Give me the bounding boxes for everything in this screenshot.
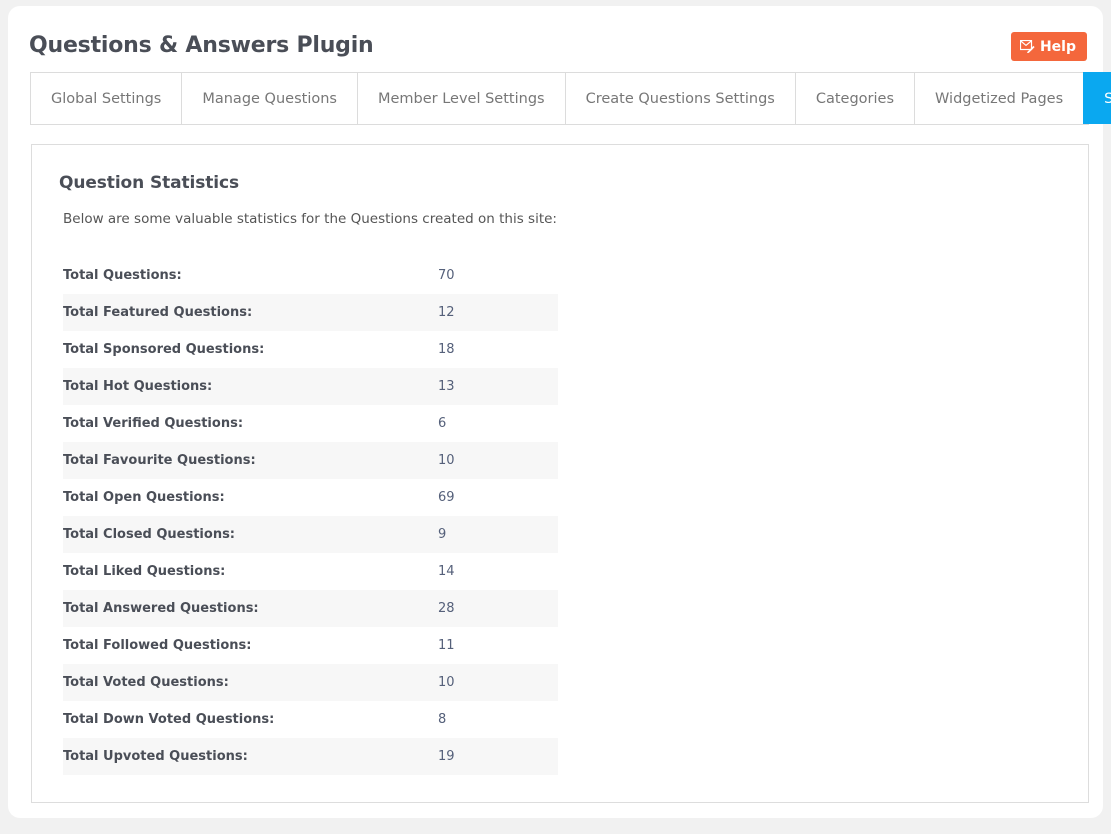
help-button[interactable]: Help — [1010, 32, 1087, 61]
table-row: Total Down Voted Questions: 8 — [63, 701, 558, 738]
stat-value: 70 — [438, 268, 455, 283]
table-row: Total Closed Questions: 9 — [63, 516, 558, 553]
tab-widgetized-pages[interactable]: Widgetized Pages — [914, 72, 1084, 124]
section-title: Question Statistics — [59, 173, 240, 193]
stat-value: 8 — [438, 712, 447, 727]
statistics-table-body: Total Questions: 70 Total Featured Questio… — [63, 257, 558, 775]
stat-label: Total Open Questions: — [63, 490, 225, 505]
table-row: Total Voted Questions: 10 — [63, 664, 558, 701]
stat-value: 10 — [438, 675, 455, 690]
stat-label: Total Hot Questions: — [63, 379, 213, 394]
stat-value: 11 — [438, 638, 455, 653]
stat-label: Total Liked Questions: — [63, 564, 226, 579]
tab-create-questions-settings[interactable]: Create Questions Settings — [564, 72, 795, 124]
stat-label: Total Featured Questions: — [63, 305, 253, 320]
stat-label: Total Down Voted Questions: — [63, 712, 275, 727]
stat-value: 28 — [438, 601, 455, 616]
tab-bar: Global Settings Manage Questions Member … — [30, 72, 1111, 125]
stat-value: 9 — [438, 527, 447, 542]
tab-label: Statistics — [1104, 90, 1111, 107]
table-row: Total Answered Questions: 28 — [63, 590, 558, 627]
stat-value: 12 — [438, 305, 455, 320]
stat-value: 6 — [438, 416, 447, 431]
table-row: Total Featured Questions: 12 — [63, 294, 558, 331]
stat-value: 14 — [438, 564, 455, 579]
stat-label: Total Followed Questions: — [63, 638, 252, 653]
table-row: Total Hot Questions: 13 — [63, 368, 558, 405]
table-row: Total Questions: 70 — [63, 257, 558, 294]
tab-manage-questions[interactable]: Manage Questions — [181, 72, 357, 124]
stat-label: Total Questions: — [63, 268, 182, 283]
page-title: Questions & Answers Plugin — [29, 33, 374, 58]
table-row: Total Followed Questions: 11 — [63, 627, 558, 664]
stat-value: 18 — [438, 342, 455, 357]
section-description: Below are some valuable statistics for t… — [63, 211, 557, 227]
help-button-label: Help — [1039, 38, 1076, 55]
stat-label: Total Upvoted Questions: — [63, 749, 248, 764]
tab-label: Create Questions Settings — [585, 90, 775, 107]
tab-label: Categories — [815, 90, 895, 107]
tab-label: Member Level Settings — [377, 90, 545, 107]
table-row: Total Liked Questions: 14 — [63, 553, 558, 590]
table-row: Total Upvoted Questions: 19 — [63, 738, 558, 775]
tab-member-level-settings[interactable]: Member Level Settings — [356, 72, 565, 124]
table-row: Total Open Questions: 69 — [63, 479, 558, 516]
tab-label: Global Settings — [51, 90, 162, 107]
table-row: Total Favourite Questions: 10 — [63, 442, 558, 479]
stat-value: 13 — [438, 379, 455, 394]
stat-value: 69 — [438, 490, 455, 505]
tab-global-settings[interactable]: Global Settings — [30, 72, 182, 124]
statistics-panel: Question Statistics Below are some valua… — [31, 144, 1089, 803]
stat-label: Total Closed Questions: — [63, 527, 236, 542]
stat-label: Total Voted Questions: — [63, 675, 229, 690]
stat-value: 10 — [438, 453, 455, 468]
stat-label: Total Verified Questions: — [63, 416, 244, 431]
table-row: Total Verified Questions: 6 — [63, 405, 558, 442]
question-statistics-table: Total Questions: 70 Total Featured Questio… — [63, 257, 558, 775]
page-header: Questions & Answers Plugin Help — [8, 6, 1103, 80]
stat-label: Total Answered Questions: — [63, 601, 259, 616]
tab-statistics[interactable]: Statistics — [1083, 72, 1111, 124]
stat-label: Total Favourite Questions: — [63, 453, 256, 468]
tab-label: Manage Questions — [202, 90, 337, 107]
stat-value: 19 — [438, 749, 455, 764]
stat-label: Total Sponsored Questions: — [63, 342, 265, 357]
tab-categories[interactable]: Categories — [794, 72, 915, 124]
tab-label: Widgetized Pages — [935, 90, 1064, 107]
table-row: Total Sponsored Questions: 18 — [63, 331, 558, 368]
mail-edit-icon — [1019, 40, 1035, 53]
admin-page-card: Questions & Answers Plugin Help Global S… — [8, 6, 1111, 818]
